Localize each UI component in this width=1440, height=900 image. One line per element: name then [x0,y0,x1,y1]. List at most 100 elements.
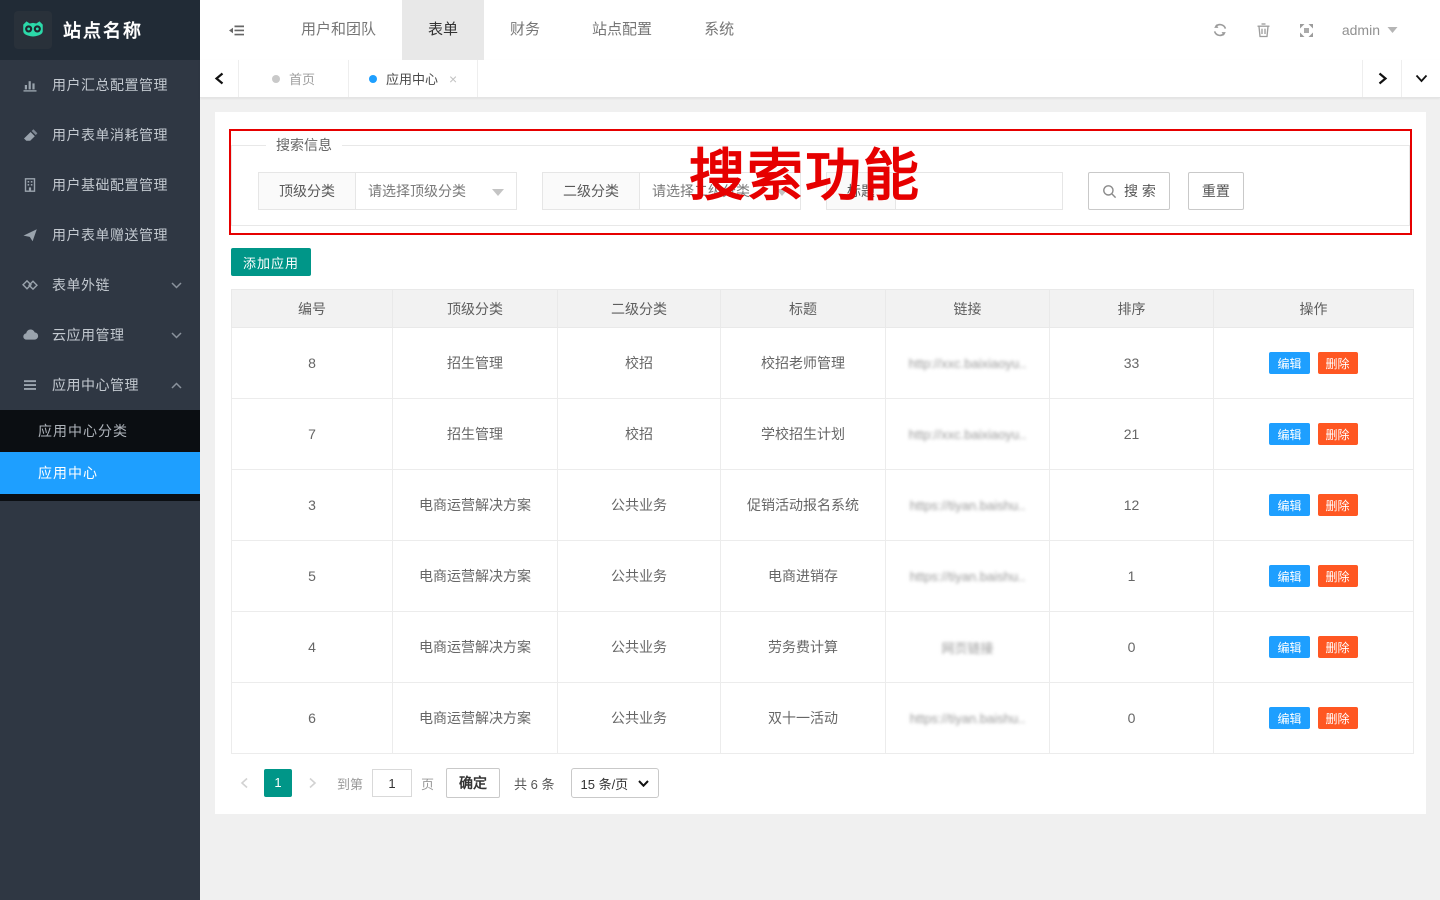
fullscreen-icon[interactable] [1299,23,1314,38]
apps-table: 编号顶级分类二级分类标题链接排序操作 8招生管理校招校招老师管理http://x… [231,289,1414,754]
sidebar-item[interactable]: 用户基础配置管理 [0,160,200,210]
link-icon [22,276,40,294]
paper-plane-icon [22,226,40,244]
site-name: 站点名称 [63,17,143,43]
add-app-button[interactable]: 添加应用 [231,248,311,276]
edit-button[interactable]: 编辑 [1269,423,1309,445]
refresh-icon[interactable] [1212,22,1228,38]
top-nav: 用户和团队表单财务站点配置系统 [275,0,760,60]
search-icon [1102,184,1117,199]
tab[interactable]: 应用中心× [349,60,478,97]
sidebar-item-label: 用户表单消耗管理 [52,125,168,145]
cell-title: 劳务费计算 [721,612,886,683]
sidebar-submenu: 应用中心分类应用中心 [0,410,200,501]
delete-button[interactable]: 删除 [1318,352,1358,374]
collapse-menu-icon[interactable] [228,22,245,39]
cell-id: 8 [232,328,393,399]
caret-down-icon [776,189,788,196]
cell-operations: 编辑删除 [1214,541,1414,612]
caret-down-icon [638,780,649,787]
pagination: 1 到第 页 确定 共 6 条 15 条/页 [231,768,1410,798]
delete-button[interactable]: 删除 [1318,423,1358,445]
sidebar-item[interactable]: 用户表单赠送管理 [0,210,200,260]
cell-top-category: 招生管理 [393,399,558,470]
owl-logo-icon [14,11,52,49]
search-fieldset: 搜索信息 顶级分类 请选择顶级分类 二级分类 [231,135,1410,226]
sidebar-item-label: 表单外链 [52,275,110,295]
close-icon[interactable]: × [449,71,457,87]
user-menu[interactable]: admin [1342,22,1398,38]
top-nav-item[interactable]: 表单 [402,0,484,60]
sidebar-item[interactable]: 应用中心管理 [0,360,200,410]
trash-icon[interactable] [1256,22,1271,38]
cell-sort: 12 [1050,470,1214,541]
edit-button[interactable]: 编辑 [1269,352,1309,374]
delete-button[interactable]: 删除 [1318,707,1358,729]
tab[interactable]: 首页 [239,60,349,97]
table-column-header: 二级分类 [558,290,721,328]
current-page[interactable]: 1 [264,769,292,797]
open-tabs: 首页应用中心× [239,60,478,97]
cell-operations: 编辑删除 [1214,328,1414,399]
caret-down-icon [1387,26,1398,34]
prev-page-icon[interactable] [231,769,257,797]
cell-operations: 编辑删除 [1214,470,1414,541]
sub-category-label: 二级分类 [543,173,640,209]
content-area: 搜索信息 顶级分类 请选择顶级分类 二级分类 [200,98,1440,900]
reset-button[interactable]: 重置 [1188,172,1244,210]
goto-page-input[interactable] [372,769,412,797]
top-category-field: 顶级分类 请选择顶级分类 [258,172,517,210]
sidebar-item-label: 用户汇总配置管理 [52,75,168,95]
sub-category-field: 二级分类 请选择二级分类 [542,172,801,210]
goto-confirm-button[interactable]: 确定 [446,768,500,798]
edit-button[interactable]: 编辑 [1269,565,1309,587]
top-nav-item[interactable]: 系统 [678,0,760,60]
tabs-scroll-left-icon[interactable] [200,60,239,97]
delete-button[interactable]: 删除 [1318,636,1358,658]
blurred-link-text: http://xxc.baixiaoyu.. [909,427,1027,442]
sidebar-item[interactable]: 用户表单消耗管理 [0,110,200,160]
next-page-icon[interactable] [299,769,325,797]
delete-button[interactable]: 删除 [1318,565,1358,587]
table-row: 4电商运营解决方案公共业务劳务费计算网页链接0编辑删除 [232,612,1414,683]
main-column: 用户和团队表单财务站点配置系统 admin [200,0,1440,900]
chevron-up-icon [171,382,182,389]
cell-top-category: 电商运营解决方案 [393,470,558,541]
sub-category-select[interactable]: 请选择二级分类 [640,173,800,209]
sidebar: 站点名称 用户汇总配置管理用户表单消耗管理用户基础配置管理用户表单赠送管理表单外… [0,0,200,900]
sidebar-item[interactable]: 用户汇总配置管理 [0,60,200,110]
edit-button[interactable]: 编辑 [1269,494,1309,516]
edit-button[interactable]: 编辑 [1269,707,1309,729]
blurred-link-text: http://xxc.baixiaoyu.. [909,356,1027,371]
top-category-select[interactable]: 请选择顶级分类 [356,173,516,209]
cell-sub-category: 校招 [558,399,721,470]
tabs-menu-icon[interactable] [1401,60,1440,97]
top-nav-item[interactable]: 站点配置 [566,0,678,60]
content-panel: 搜索信息 顶级分类 请选择顶级分类 二级分类 [215,112,1426,814]
search-legend: 搜索信息 [266,135,342,155]
top-nav-item[interactable]: 用户和团队 [275,0,402,60]
cell-sort: 33 [1050,328,1214,399]
cell-sub-category: 公共业务 [558,612,721,683]
cell-id: 5 [232,541,393,612]
topbar-actions: admin [1212,22,1398,38]
title-input[interactable] [896,173,1062,209]
cell-sub-category: 公共业务 [558,541,721,612]
sidebar-subitem[interactable]: 应用中心分类 [0,410,200,452]
site-logo: 站点名称 [0,0,200,60]
sidebar-item[interactable]: 云应用管理 [0,310,200,360]
cloud-icon [22,326,40,344]
search-button[interactable]: 搜 索 [1088,172,1170,210]
sidebar-item[interactable]: 表单外链 [0,260,200,310]
edit-button[interactable]: 编辑 [1269,636,1309,658]
cell-operations: 编辑删除 [1214,683,1414,754]
cell-link: https://tiyan.baishu.. [886,541,1050,612]
tabs-scroll-right-icon[interactable] [1362,60,1401,97]
page-size-select[interactable]: 15 条/页 [571,768,660,798]
sidebar-menu: 用户汇总配置管理用户表单消耗管理用户基础配置管理用户表单赠送管理表单外链云应用管… [0,60,200,501]
chevron-down-icon [171,282,182,289]
sidebar-item-label: 应用中心管理 [52,375,139,395]
delete-button[interactable]: 删除 [1318,494,1358,516]
sidebar-subitem[interactable]: 应用中心 [0,452,200,494]
top-nav-item[interactable]: 财务 [484,0,566,60]
